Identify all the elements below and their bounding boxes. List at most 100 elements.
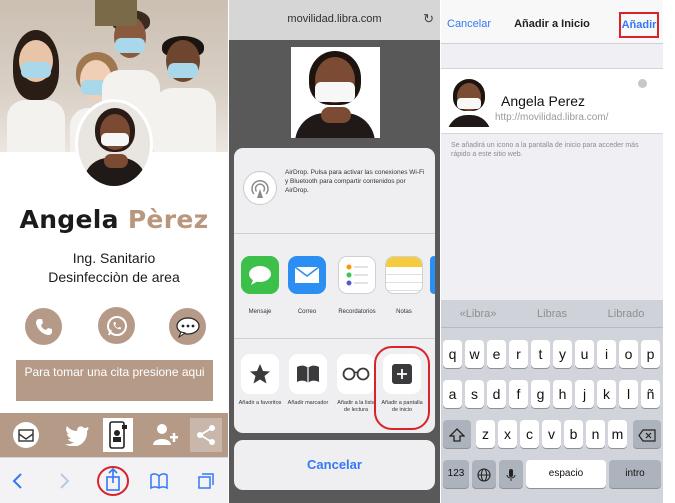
- action-favorites[interactable]: Añadir a favoritos: [238, 354, 282, 407]
- space-key[interactable]: espacio: [526, 460, 606, 488]
- key-h[interactable]: h: [553, 380, 572, 408]
- app-notes[interactable]: Notas: [384, 256, 424, 315]
- key-j[interactable]: j: [575, 380, 594, 408]
- share-button[interactable]: [190, 418, 222, 452]
- shortcut-name-input[interactable]: Angela Perez: [501, 93, 585, 109]
- key-d[interactable]: d: [487, 380, 506, 408]
- notes-icon: [385, 256, 423, 294]
- key-i[interactable]: i: [597, 340, 616, 368]
- backspace-icon: [638, 429, 656, 442]
- address-bar[interactable]: movilidad.libra.com ↻: [229, 0, 440, 40]
- back-button[interactable]: [6, 464, 28, 498]
- action-label: Añadir a favoritos: [238, 400, 282, 406]
- chat-button[interactable]: [169, 308, 206, 345]
- key-u[interactable]: u: [575, 340, 594, 368]
- book-icon: [289, 354, 327, 394]
- mail-button[interactable]: [9, 418, 43, 452]
- share-sheet: AirDrop. Pulsa para activar las conexion…: [234, 148, 435, 433]
- key-z[interactable]: z: [476, 420, 495, 448]
- key-q[interactable]: q: [443, 340, 462, 368]
- shortcut-card: Angela Perez http://movilidad.libra.com/: [441, 68, 663, 134]
- app-mail[interactable]: Correo: [287, 256, 327, 315]
- tabs-button[interactable]: [194, 464, 218, 498]
- key-c[interactable]: c: [520, 420, 539, 448]
- key-p[interactable]: p: [641, 340, 660, 368]
- airdrop-icon: [243, 171, 277, 205]
- key-r[interactable]: r: [509, 340, 528, 368]
- action-reading-list[interactable]: Añadir a la lista de lectura: [334, 354, 378, 414]
- highlight-ring: [374, 346, 430, 430]
- key-w[interactable]: w: [465, 340, 484, 368]
- cancel-button[interactable]: Cancelar: [234, 440, 435, 490]
- reload-icon[interactable]: ↻: [423, 11, 434, 27]
- whatsapp-icon: [106, 315, 127, 336]
- airdrop-description: AirDrop. Pulsa para activar las conexion…: [285, 169, 425, 194]
- return-key[interactable]: intro: [609, 460, 661, 488]
- delete-key[interactable]: [633, 420, 661, 448]
- nav-bar: Cancelar Añadir a Inicio Añadir: [441, 0, 663, 44]
- profile-name: Angela Pèrez: [0, 205, 228, 234]
- suggestion-3[interactable]: Librado: [589, 308, 663, 320]
- share-icon: [97, 466, 129, 496]
- key-k[interactable]: k: [597, 380, 616, 408]
- app-label: Recordatorios: [338, 309, 376, 315]
- forward-button[interactable]: [54, 464, 76, 498]
- numbers-key[interactable]: 123: [443, 460, 469, 488]
- first-name: Angela: [19, 205, 119, 234]
- browser-toolbar: [0, 457, 228, 503]
- key-o[interactable]: o: [619, 340, 638, 368]
- app-reminders[interactable]: Recordatorios: [337, 256, 377, 315]
- bookmarks-icon: [150, 473, 168, 490]
- address-text: movilidad.libra.com: [287, 13, 382, 25]
- action-bookmark[interactable]: Añadir marcador: [286, 354, 330, 407]
- back-icon: [12, 473, 22, 489]
- key-f[interactable]: f: [509, 380, 528, 408]
- key-b[interactable]: b: [564, 420, 583, 448]
- key-m[interactable]: m: [608, 420, 627, 448]
- key-e[interactable]: e: [487, 340, 506, 368]
- profile-subtitle: Desinfecciòn de area: [48, 269, 180, 285]
- key-a[interactable]: a: [443, 380, 462, 408]
- contact-card-icon: [109, 421, 127, 449]
- key-v[interactable]: v: [542, 420, 561, 448]
- key-l[interactable]: l: [619, 380, 638, 408]
- share-sheet-button[interactable]: [96, 464, 130, 498]
- clear-text-icon[interactable]: [638, 79, 647, 88]
- key-y[interactable]: y: [553, 340, 572, 368]
- star-icon: [241, 354, 279, 394]
- forward-icon: [60, 473, 70, 489]
- sheet-divider: [234, 338, 435, 339]
- messages-icon: [241, 256, 279, 294]
- key-g[interactable]: g: [531, 380, 550, 408]
- dictation-key[interactable]: [499, 460, 523, 488]
- business-card-page: Angela Pèrez Ing. Sanitario Desinfecciòn…: [0, 0, 228, 503]
- shift-key[interactable]: [443, 420, 471, 448]
- bookmarks-button[interactable]: [147, 464, 171, 498]
- hint-text: Se añadirá un icono a la pantalla de ini…: [451, 142, 639, 158]
- app-messages[interactable]: Mensaje: [240, 256, 280, 315]
- twitter-button[interactable]: [60, 418, 94, 452]
- key-n-tilde[interactable]: ñ: [641, 380, 660, 408]
- mail-icon: [13, 422, 39, 448]
- add-button[interactable]: Añadir: [619, 12, 659, 38]
- phone-button[interactable]: [25, 308, 62, 345]
- shift-icon: [448, 428, 466, 442]
- globe-key[interactable]: [472, 460, 496, 488]
- shortcut-thumbnail: [445, 77, 493, 127]
- suggestion-1[interactable]: «Libra»: [441, 308, 515, 320]
- suggestion-2[interactable]: Libras: [515, 308, 589, 320]
- more-apps-peek: [430, 256, 435, 294]
- add-user-icon: [153, 424, 178, 445]
- add-contact-button[interactable]: [148, 418, 182, 452]
- key-x[interactable]: x: [498, 420, 517, 448]
- airdrop-row[interactable]: AirDrop. Pulsa para activar las conexion…: [234, 148, 435, 234]
- key-s[interactable]: s: [465, 380, 484, 408]
- whatsapp-button[interactable]: [98, 307, 135, 344]
- contact-card-button[interactable]: [103, 418, 133, 452]
- share-icon: [197, 425, 215, 445]
- appointment-cta[interactable]: Para tomar una cita presione aqui: [16, 360, 213, 401]
- app-label: Mensaje: [248, 309, 272, 315]
- shortcut-url: http://movilidad.libra.com/: [495, 112, 609, 123]
- key-t[interactable]: t: [531, 340, 550, 368]
- key-n[interactable]: n: [586, 420, 605, 448]
